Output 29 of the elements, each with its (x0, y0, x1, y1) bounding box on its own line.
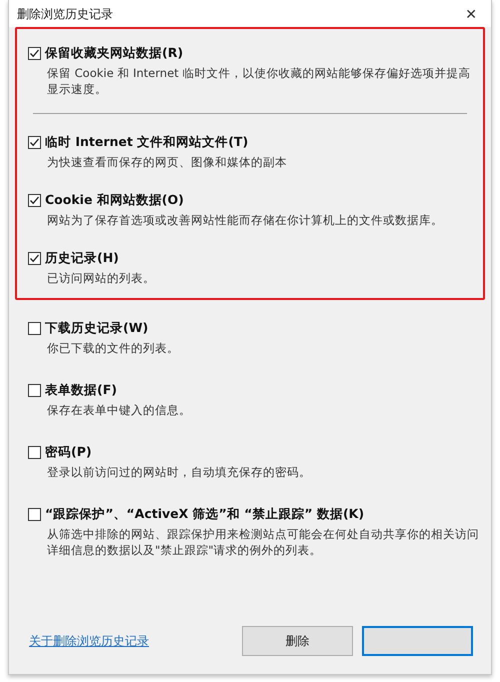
option-description: 登录以前访问过的网站时，自动填充保存的密码。 (47, 464, 312, 480)
dialog-button[interactable] (362, 626, 473, 656)
option-description: 保留 Cookie 和 Internet 临时文件，以使你收藏的网站能够保存偏好选项并提高显示速度。 (47, 65, 472, 97)
checkbox[interactable] (28, 322, 41, 335)
checkbox[interactable] (28, 194, 41, 207)
option-label[interactable]: Cookie 和网站数据(O) (45, 192, 184, 209)
checkbox[interactable] (28, 446, 41, 459)
option-description: 从筛选中排除的网站、跟踪保护用来检测站点可能会在何处自动共享你的相关访问详细信息的数据以及"禁止跟踪"请求的例外的列表。 (47, 526, 480, 558)
option-description: 已访问网站的列表。 (47, 270, 156, 286)
close-button[interactable]: ✕ (461, 6, 481, 22)
option-label[interactable]: 表单数据(F) (45, 382, 117, 399)
option-description: 为快速查看而保存的网页、图像和媒体的副本 (47, 154, 288, 170)
option-label[interactable]: 下载历史记录(W) (45, 320, 148, 337)
option-label[interactable]: 保留收藏夹网站数据(R) (45, 45, 184, 62)
option-description: 网站为了保存首选项或改善网站性能而存储在你计算机上的文件或数据库。 (47, 212, 444, 228)
help-link[interactable]: 关于删除浏览历史记录 (29, 632, 149, 650)
checkbox[interactable] (28, 136, 41, 149)
option-label[interactable]: “跟踪保护”、“ActiveX 筛选”和 “禁止跟踪” 数据(K) (45, 506, 364, 523)
option-description: 保存在表单中键入的信息。 (47, 402, 192, 418)
delete-button[interactable]: 删除 (242, 626, 353, 656)
option-description: 你已下载的文件的列表。 (47, 340, 180, 356)
checkbox[interactable] (28, 384, 41, 397)
option-label[interactable]: 临时 Internet 文件和网站文件(T) (45, 134, 248, 151)
option-label[interactable]: 密码(P) (45, 444, 92, 461)
checkbox[interactable] (28, 47, 41, 60)
checkbox[interactable] (28, 252, 41, 265)
option-label[interactable]: 历史记录(H) (45, 250, 119, 267)
window-title: 删除浏览历史记录 (17, 6, 113, 23)
checkbox[interactable] (28, 508, 41, 521)
